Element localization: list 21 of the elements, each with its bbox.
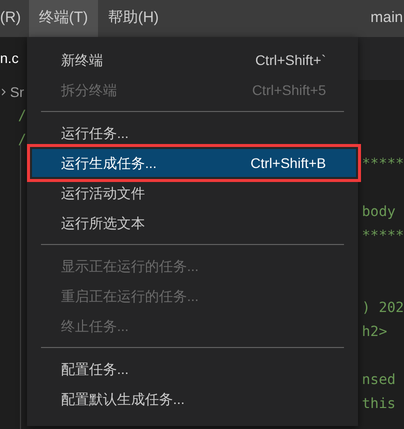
editor-tab[interactable]: n.c bbox=[0, 37, 27, 80]
code-text: this bbox=[362, 394, 396, 414]
window-title: main bbox=[370, 8, 404, 28]
menu-bar-item[interactable]: 终端(T) bbox=[28, 0, 98, 37]
code-text: / bbox=[18, 130, 26, 150]
code-text: ) 202 bbox=[362, 298, 404, 318]
menu-item[interactable]: 配置任务... bbox=[27, 354, 358, 384]
menu-item[interactable]: 新终端 Ctrl+Shift+` bbox=[27, 45, 358, 75]
code-text: h2> bbox=[362, 322, 388, 342]
chevron-icon bbox=[1, 88, 6, 96]
menu-item[interactable]: 配置默认生成任务... bbox=[27, 384, 358, 414]
code-text: / bbox=[18, 106, 26, 126]
menu-bar-item[interactable]: (R) bbox=[0, 0, 29, 37]
code-text: ***** bbox=[362, 154, 404, 174]
menu-item[interactable]: 运行所选文本 bbox=[27, 208, 358, 238]
breadcrumb[interactable]: Sr bbox=[10, 82, 24, 102]
code-text: body bbox=[362, 202, 396, 222]
code-text: ***** bbox=[362, 226, 404, 246]
menu-bar-item[interactable]: 帮助(H) bbox=[98, 0, 169, 37]
code-text: nsed bbox=[362, 370, 396, 390]
menu-item[interactable]: 运行生成任务... Ctrl+Shift+B bbox=[27, 144, 361, 182]
